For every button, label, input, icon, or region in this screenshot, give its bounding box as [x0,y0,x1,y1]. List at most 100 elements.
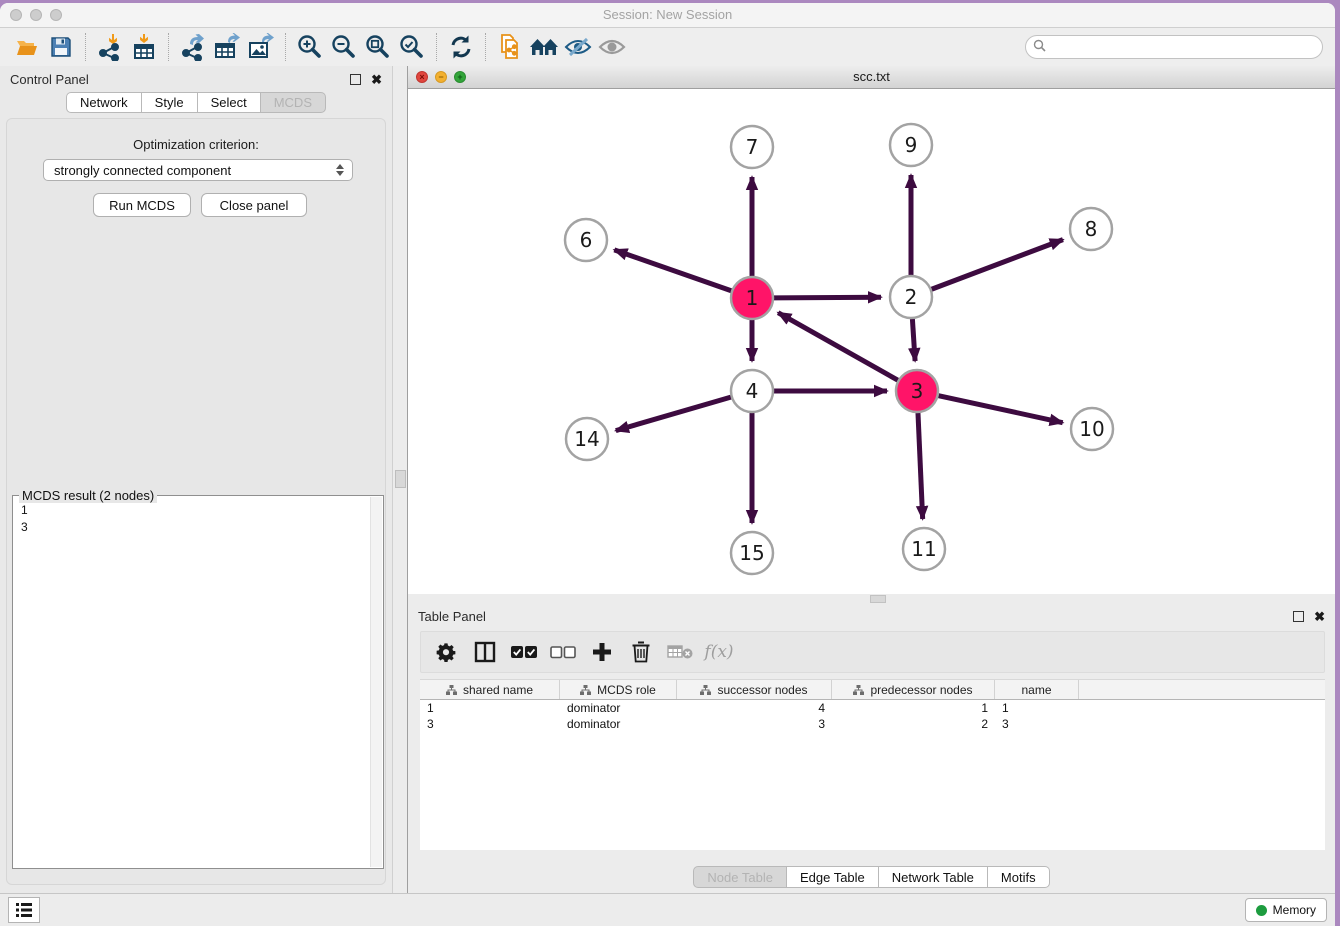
import-table-icon[interactable] [127,32,161,62]
zoom-in-icon[interactable] [293,32,327,62]
toolbar-separator [85,33,86,61]
toolbar-separator [436,33,437,61]
deselect-all-icon[interactable] [550,639,576,665]
clone-network-icon[interactable] [493,32,527,62]
fx-icon: f(x) [706,639,732,665]
tab-node-table[interactable]: Node Table [693,866,787,888]
graph-edge-2-8[interactable] [932,240,1063,290]
tab-mcds[interactable]: MCDS [261,92,326,113]
table-row[interactable]: 1dominator411 [420,700,1325,716]
tab-style[interactable]: Style [142,92,198,113]
table-row[interactable]: 3dominator323 [420,716,1325,732]
columns-icon[interactable] [472,639,498,665]
column-header-label: shared name [463,683,533,697]
task-history-button[interactable] [8,897,40,923]
graph-node-label-14: 14 [574,427,599,451]
refresh-layout-icon[interactable] [444,32,478,62]
network-canvas[interactable]: 7968124314101511 [408,89,1335,598]
table-body: 1dominator4113dominator323 [420,700,1325,732]
hierarchy-icon [446,685,457,695]
zoom-out-icon[interactable] [327,32,361,62]
table-cell: 3 [420,717,560,731]
column-header-name[interactable]: name [995,680,1079,699]
network-graph: 7968124314101511 [408,89,1335,593]
tab-network-table[interactable]: Network Table [879,866,988,888]
close-panel-button[interactable]: Close panel [201,193,307,217]
graph-node-label-8: 8 [1085,217,1098,241]
zoom-fit-icon[interactable] [361,32,395,62]
eye-icon [595,32,629,62]
node-table[interactable]: shared name MCDS role successor nodes prede… [420,679,1325,850]
open-folder-icon[interactable] [10,32,44,62]
result-line: 3 [21,519,375,536]
network-window: × − + scc.txt 7968124314101511 [408,66,1335,594]
search-input[interactable] [1025,35,1323,59]
trash-icon[interactable] [628,639,654,665]
control-panel-tabs: NetworkStyleSelectMCDS [0,92,392,113]
horizontal-splitter[interactable] [408,594,1335,603]
result-line: 1 [21,502,375,519]
tab-motifs[interactable]: Motifs [988,866,1050,888]
toolbar-separator [485,33,486,61]
export-image-icon[interactable] [244,32,278,62]
graph-node-label-9: 9 [905,133,918,157]
criterion-dropdown-value: strongly connected component [54,163,231,178]
float-panel-icon[interactable] [350,74,361,85]
criterion-dropdown[interactable]: strongly connected component [43,159,353,181]
graph-edge-1-2[interactable] [774,297,881,298]
optimization-criterion-label: Optimization criterion: [7,137,385,152]
graph-edge-3-1[interactable] [778,313,898,380]
eye-slash-icon[interactable] [561,32,595,62]
memory-label: Memory [1273,903,1316,917]
network-titlebar: × − + scc.txt [408,66,1335,89]
column-header-MCDS-role[interactable]: MCDS role [560,680,677,699]
column-header-predecessor-nodes[interactable]: predecessor nodes [832,680,995,699]
close-panel-icon[interactable]: ✖ [371,73,382,86]
tab-network[interactable]: Network [66,92,142,113]
column-header-successor-nodes[interactable]: successor nodes [677,680,832,699]
graph-edge-4-14[interactable] [616,397,731,430]
graph-edge-1-6[interactable] [614,250,731,291]
network-title: scc.txt [408,69,1335,84]
tab-edge-table[interactable]: Edge Table [787,866,879,888]
result-scrollbar[interactable] [370,497,382,867]
memory-button[interactable]: Memory [1245,898,1327,922]
toolbar-separator [285,33,286,61]
zoom-selected-icon[interactable] [395,32,429,62]
float-table-panel-icon[interactable] [1293,611,1304,622]
select-all-icon[interactable] [511,639,537,665]
column-header-shared-name[interactable]: shared name [420,680,560,699]
control-panel-header: Control Panel ✖ [0,66,392,92]
search-box [1025,35,1323,59]
graph-edge-3-11[interactable] [918,413,923,519]
graph-node-label-11: 11 [911,537,936,561]
mcds-result-box: MCDS result (2 nodes) 13 [12,495,384,869]
graph-edge-3-10[interactable] [938,396,1062,423]
horizontal-splitter-handle[interactable] [870,595,886,603]
run-mcds-button[interactable]: Run MCDS [93,193,191,217]
control-panel: Control Panel ✖ NetworkStyleSelectMCDS O… [0,66,392,893]
import-network-icon[interactable] [93,32,127,62]
export-network-icon[interactable] [176,32,210,62]
houses-icon[interactable] [527,32,561,62]
vertical-splitter-handle[interactable] [395,470,406,488]
table-cell: 1 [995,701,1079,715]
close-table-panel-icon[interactable]: ✖ [1314,610,1325,623]
dropdown-stepper-icon [336,164,344,176]
mcds-result-title: MCDS result (2 nodes) [19,488,157,503]
tab-select[interactable]: Select [198,92,261,113]
toolbar-separator [168,33,169,61]
window-titlebar: Session: New Session [0,3,1335,28]
table-cell: 1 [420,701,560,715]
vertical-splitter[interactable] [392,66,408,893]
hierarchy-icon [853,685,864,695]
add-icon[interactable] [589,639,615,665]
column-header-label: MCDS role [597,683,656,697]
graph-edge-2-3[interactable] [912,319,915,361]
column-header-label: predecessor nodes [870,683,972,697]
gear-icon[interactable] [433,639,459,665]
table-cell: 3 [677,717,832,731]
table-panel-header: Table Panel ✖ [408,603,1335,629]
save-floppy-icon[interactable] [44,32,78,62]
export-table-icon[interactable] [210,32,244,62]
